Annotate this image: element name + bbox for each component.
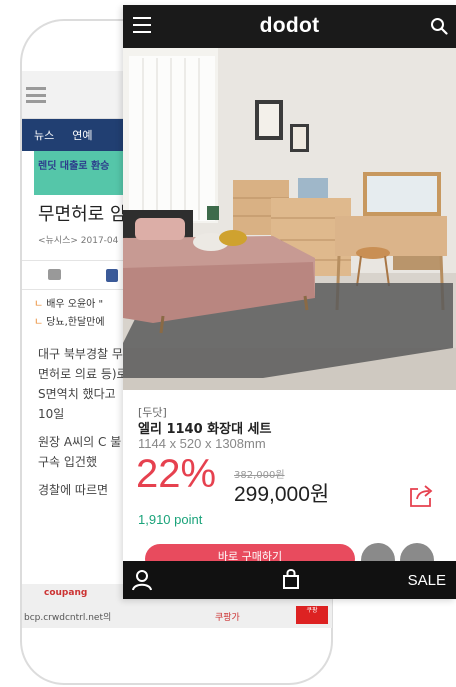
product-image[interactable] bbox=[123, 48, 456, 390]
ad-badge: 쿠팡 bbox=[296, 606, 328, 624]
facebook-icon[interactable] bbox=[106, 269, 118, 282]
ad-brand: coupang bbox=[44, 588, 88, 598]
screenshot-stage: 뉴스 연예 렌딧 대출로 환승 무면허로 암 치유원장 구 <뉴시스> 2017… bbox=[0, 0, 456, 687]
product-name: 엘리 1140 화장대 세트 bbox=[138, 422, 272, 437]
news-paragraph: 원장 A씨의 C 불구속 입건했 bbox=[38, 435, 122, 469]
app-header: dodot bbox=[123, 5, 456, 48]
comment-icon[interactable] bbox=[48, 269, 61, 280]
ad-url: bcp.crwdcntrl.net의 bbox=[24, 613, 112, 623]
news-tab[interactable]: 뉴스 bbox=[34, 127, 54, 143]
bullet-icon: ㄴ bbox=[34, 317, 44, 328]
entertainment-tab[interactable]: 연예 bbox=[72, 127, 92, 143]
product-info: [두닷] 엘리 1140 화장대 세트 1144 x 520 x 1308mm … bbox=[123, 390, 456, 560]
bottom-nav: SALE bbox=[123, 561, 456, 599]
bag-icon[interactable] bbox=[283, 569, 299, 589]
dodot-app-screen: dodot [두닷] 엘리 1140 화장대 세트 1144 x 520 x 1… bbox=[123, 5, 456, 599]
product-dimensions: 1144 x 520 x 1308mm bbox=[138, 436, 266, 451]
news-body: 대구 북부경찰 무면허로 의료 등)로 S면역치 했다고 10일 원장 A씨의 … bbox=[22, 332, 132, 500]
news-menu-icon[interactable] bbox=[26, 87, 46, 103]
bedroom-illustration bbox=[123, 48, 456, 390]
bullet-icon: ㄴ bbox=[34, 299, 44, 310]
sale-price: 299,000원 bbox=[234, 483, 330, 506]
user-icon[interactable] bbox=[131, 569, 153, 591]
news-paragraph: 대구 북부경찰 무면허로 의료 등)로 S면역치 했다고 10일 bbox=[38, 347, 128, 421]
share-icon[interactable] bbox=[408, 482, 434, 508]
ad-cta[interactable]: 쿠팡가 bbox=[215, 610, 240, 623]
news-paragraph: 경찰에 따르면 bbox=[38, 483, 109, 497]
search-icon[interactable] bbox=[430, 17, 448, 35]
discount-rate: 22% bbox=[136, 452, 217, 496]
reward-points: 1,910 point bbox=[138, 512, 203, 527]
logo[interactable]: dodot bbox=[123, 14, 456, 38]
sale-tab[interactable]: SALE bbox=[408, 572, 446, 589]
